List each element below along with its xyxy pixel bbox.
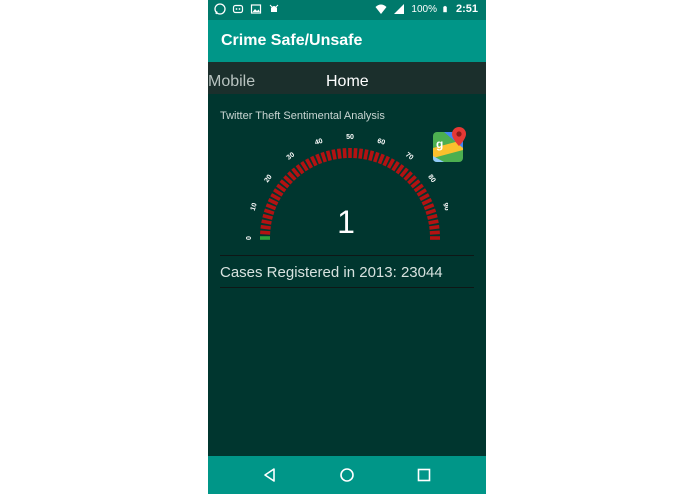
gauge-tick — [427, 213, 438, 220]
gauge-tick — [423, 203, 435, 211]
app-bar: Crime Safe/Unsafe — [208, 20, 486, 62]
whatsapp-icon — [214, 3, 226, 15]
gauge-tick — [358, 148, 364, 159]
status-time: 2:51 — [455, 3, 478, 15]
gauge-tick — [373, 151, 380, 163]
gauge-tick-label: 40 — [314, 138, 324, 147]
gauge-tick — [416, 188, 427, 197]
navigation-bar — [208, 456, 486, 494]
gauge-tick-label: 30 — [286, 151, 297, 161]
divider-bottom — [220, 287, 474, 288]
gauge-tick-label: 20 — [263, 174, 273, 185]
gauge-tick — [368, 150, 375, 161]
gauge-tick-label: 60 — [376, 138, 386, 147]
battery-icon — [443, 5, 447, 13]
gauge-tick — [291, 167, 301, 178]
gauge-tick — [300, 161, 309, 172]
gauge-tick — [386, 158, 395, 169]
piggy-icon — [232, 4, 244, 14]
gauge-tick-label: 70 — [404, 151, 415, 161]
tab-mobile[interactable]: Mobile — [208, 73, 255, 91]
gauge-tick — [419, 193, 430, 202]
gauge-tick — [413, 183, 424, 193]
gauge-tick — [315, 153, 323, 165]
gauge-tick — [260, 224, 271, 230]
app-title: Crime Safe/Unsafe — [221, 32, 363, 49]
phone-screen: 100% 2:51 Crime Safe/Unsafe Mobile Home … — [208, 0, 486, 494]
gauge-subtitle: Twitter Theft Sentimental Analysis — [220, 110, 385, 122]
gauge-tick — [429, 230, 440, 235]
gauge-tick — [325, 150, 332, 161]
gauge-tick — [353, 148, 358, 159]
gauge-tick — [429, 224, 440, 230]
gauge-tick — [263, 208, 275, 215]
gauge-tick — [428, 219, 439, 225]
gauge-tick — [270, 193, 281, 202]
gauge-tick-label: 0 — [246, 236, 253, 240]
gauge-value: 1 — [337, 204, 355, 240]
image-icon — [250, 4, 262, 14]
status-notifications — [214, 3, 280, 15]
gauge-tick — [273, 188, 284, 197]
gauge-tick — [283, 175, 293, 185]
gauge-tick — [399, 167, 409, 178]
gauge-tick — [276, 183, 287, 193]
gauge-tick-label: 90 — [441, 202, 448, 212]
gauge-tick — [336, 148, 342, 159]
gauge-tick — [410, 179, 421, 189]
back-icon[interactable] — [260, 465, 280, 485]
gauge-tick-label: 50 — [346, 134, 354, 141]
gauge-tick — [267, 198, 279, 206]
gauge-tick — [403, 171, 413, 181]
main-content: Twitter Theft Sentimental Analysis g 0 10… — [208, 94, 486, 456]
gauge-tick — [363, 149, 369, 160]
divider-top — [220, 255, 474, 256]
gauge-tick-label: 10 — [250, 202, 259, 212]
gauge-tick — [279, 179, 290, 189]
gauge-tick — [331, 149, 337, 160]
gauge-tick — [382, 155, 390, 167]
gauge-tick — [262, 213, 273, 220]
gauge-tick — [391, 161, 400, 172]
gauge-tick — [261, 219, 272, 225]
gauge-tick-label: 80 — [426, 174, 436, 185]
tab-bar: Mobile Home — [208, 62, 486, 94]
battery-percent: 100% — [411, 3, 437, 15]
gauge-tick — [421, 198, 433, 206]
gauge-tick — [260, 230, 271, 235]
status-bar: 100% 2:51 — [208, 0, 486, 20]
recent-apps-icon[interactable] — [414, 465, 434, 485]
cases-registered-text: Cases Registered in 2013: 23044 — [220, 264, 443, 281]
gauge-tick — [342, 148, 347, 159]
gauge-tick — [395, 164, 405, 175]
wifi-icon — [375, 4, 387, 14]
gauge-tick — [310, 155, 318, 167]
gauge-tick — [377, 153, 385, 165]
gauge-tick — [320, 151, 327, 163]
gauge-tick — [295, 164, 305, 175]
gauge-tick — [265, 203, 277, 211]
android-debug-icon — [269, 4, 279, 12]
signal-icon — [394, 4, 405, 14]
status-system: 100% 2:51 — [375, 3, 478, 15]
gauge-tick — [287, 171, 297, 181]
home-icon[interactable] — [337, 465, 357, 485]
tab-home[interactable]: Home — [326, 73, 369, 91]
gauge-tick — [425, 208, 437, 215]
gauge-tick — [407, 175, 417, 185]
speedometer-gauge: 0 10 20 30 40 50 60 70 80 90 1 — [246, 134, 448, 240]
gauge-tick — [305, 158, 314, 169]
